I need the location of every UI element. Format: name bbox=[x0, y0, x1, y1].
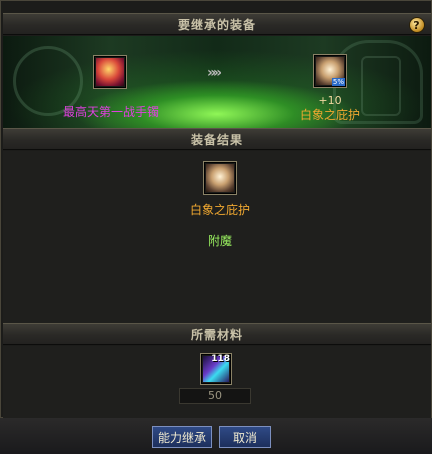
inherit-section-title: 要继承的装备 bbox=[177, 17, 256, 32]
result-item-name: 白象之庇护 bbox=[189, 203, 250, 217]
inherit-button[interactable]: 能力继承 bbox=[152, 426, 212, 448]
source-item-name: 最高天第一战手镯 bbox=[62, 105, 159, 119]
materials-section-title: 所需材料 bbox=[190, 327, 243, 342]
materials-section-header: 所需材料 bbox=[3, 323, 431, 345]
enchant-label: 附魔 bbox=[207, 234, 232, 248]
material-required-count: 50 bbox=[179, 388, 251, 404]
help-button[interactable]: ? bbox=[409, 17, 425, 33]
item-badge: 5% bbox=[331, 78, 345, 86]
shield-icon bbox=[206, 164, 234, 192]
source-item-slot[interactable] bbox=[93, 55, 127, 89]
inherit-section-header: 要继承的装备 ? bbox=[3, 13, 431, 35]
result-item-slot[interactable] bbox=[203, 161, 237, 195]
result-section-title: 装备结果 bbox=[190, 132, 243, 147]
inheritance-window: 要继承的装备 ? 最高天第一战手镯 »» 5% +10 白象之庇护 装备结果 白… bbox=[0, 0, 432, 418]
material-quantity: 118 bbox=[211, 354, 230, 364]
target-item-slot[interactable]: 5% bbox=[313, 54, 347, 88]
cancel-button[interactable]: 取消 bbox=[219, 426, 271, 448]
result-section-header: 装备结果 bbox=[3, 128, 431, 150]
window-footer bbox=[0, 418, 432, 454]
transfer-arrows-icon: »» bbox=[207, 65, 222, 81]
material-item-slot[interactable]: 118 bbox=[200, 353, 232, 385]
target-item-name: 白象之庇护 bbox=[299, 108, 360, 122]
glove-icon bbox=[96, 58, 124, 86]
